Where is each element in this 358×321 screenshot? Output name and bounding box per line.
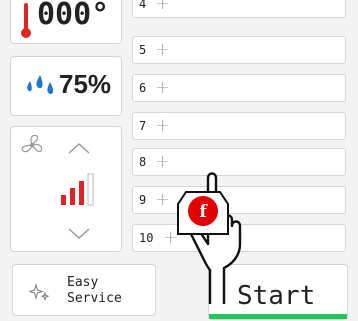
plus-icon: + <box>155 189 171 210</box>
temperature-value: 000° <box>37 0 110 32</box>
start-accent-bar <box>209 314 347 319</box>
level-row-4[interactable]: 4 + <box>132 0 346 18</box>
thermometer-icon <box>21 3 31 38</box>
level-row-5[interactable]: 5 + <box>132 36 346 64</box>
chevron-down-icon[interactable] <box>67 227 91 241</box>
fan-speed-card <box>10 126 122 252</box>
fan-level-bar <box>70 188 75 205</box>
sparkle-icon <box>28 283 50 302</box>
water-drops-icon <box>27 75 53 95</box>
cursor-badge: f <box>177 191 229 235</box>
plus-icon: + <box>155 77 171 98</box>
level-row-6[interactable]: 6 + <box>132 74 346 102</box>
fan-icon <box>21 134 43 153</box>
temperature-card: 000° <box>10 0 122 44</box>
humidity-card: 75% <box>10 56 122 116</box>
fan-level-bar <box>61 195 66 205</box>
level-number: 10 <box>139 231 154 245</box>
level-row-7[interactable]: 7 + <box>132 112 346 140</box>
plus-icon: + <box>155 151 171 172</box>
plus-icon: + <box>155 0 171 14</box>
humidity-value: 75% <box>59 69 112 99</box>
chevron-up-icon[interactable] <box>67 141 91 155</box>
level-number: 4 <box>139 0 147 11</box>
easy-service-label: Easy Service <box>67 275 122 306</box>
level-number: 9 <box>139 193 147 207</box>
level-number: 6 <box>139 81 147 95</box>
fan-level-bar <box>79 181 84 205</box>
easy-service-button[interactable]: Easy Service <box>12 264 156 316</box>
level-number: 5 <box>139 43 147 57</box>
fan-level-bar <box>87 173 94 206</box>
fan-level-indicator <box>61 173 94 206</box>
level-number: 8 <box>139 155 147 169</box>
level-number: 7 <box>139 119 147 133</box>
plus-icon: + <box>155 39 171 60</box>
plus-icon: + <box>155 115 171 136</box>
